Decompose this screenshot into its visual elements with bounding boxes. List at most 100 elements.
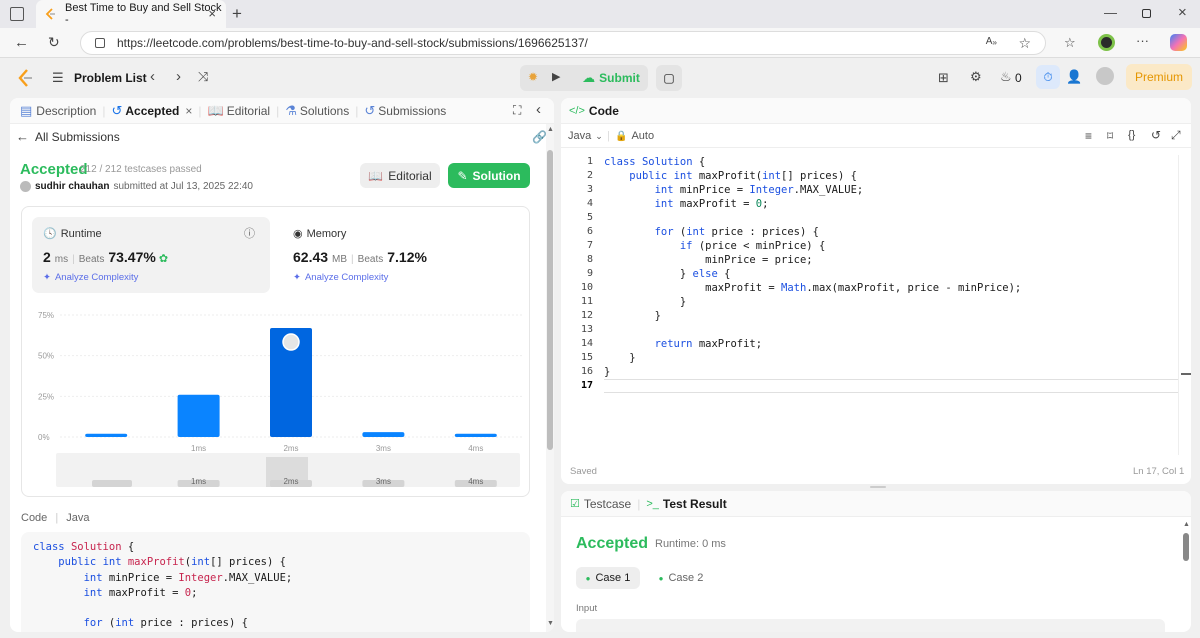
debug-icon[interactable]: ✹ bbox=[528, 70, 538, 84]
minimize-icon[interactable]: — bbox=[1104, 5, 1117, 20]
all-submissions-link[interactable]: ← All Submissions bbox=[16, 129, 120, 144]
solution-button[interactable]: ✎ Solution bbox=[448, 163, 530, 188]
settings-gear-icon[interactable]: ⚙ bbox=[970, 69, 982, 85]
cloud-upload-icon: ☁ bbox=[582, 70, 596, 85]
info-icon[interactable]: ⓘ bbox=[244, 225, 255, 241]
collapse-panel-icon[interactable]: ‹ bbox=[536, 101, 541, 118]
expand-icon[interactable]: ⤢ bbox=[1171, 128, 1181, 143]
tab-title: Best Time to Buy and Sell Stock - bbox=[65, 2, 222, 26]
leetcode-navbar: ☰ Problem List ‹ › ⤨ ✹ ▶ ☁ Submit ▢ ⊞ ⚙ … bbox=[0, 59, 1200, 97]
case-2-label: Case 2 bbox=[668, 572, 704, 584]
braces-icon[interactable]: {} bbox=[1128, 129, 1135, 141]
submit-button[interactable]: ☁ Submit bbox=[574, 65, 648, 91]
line-number: 12 bbox=[580, 310, 593, 321]
memory-value: 62.43 bbox=[293, 249, 329, 265]
line-number: 1 bbox=[586, 156, 593, 167]
all-submissions-label: All Submissions bbox=[35, 129, 120, 144]
memory-header: ◉ Memory bbox=[293, 227, 346, 241]
code-tab-header: </> Code bbox=[561, 98, 1191, 124]
refresh-icon[interactable]: ↻ bbox=[48, 34, 60, 51]
close-accepted-tab-icon[interactable]: × bbox=[185, 104, 192, 118]
checkbox-icon: ☑ bbox=[570, 498, 580, 510]
line-number: 15 bbox=[580, 352, 593, 363]
editorial-button-label: Editorial bbox=[388, 168, 432, 183]
read-aloud-icon[interactable]: A» bbox=[986, 36, 997, 47]
avatar[interactable] bbox=[1096, 67, 1114, 85]
run-icon[interactable]: ▶ bbox=[552, 70, 560, 83]
browser-tab-bar: Best Time to Buy and Sell Stock - × + — … bbox=[0, 0, 1200, 28]
browser-tab[interactable]: Best Time to Buy and Sell Stock - × bbox=[36, 0, 226, 28]
book-icon: 📖 bbox=[368, 168, 384, 183]
sparkle-icon: ✦ bbox=[43, 272, 51, 283]
input-label: Input bbox=[576, 603, 598, 614]
left-scrollbar-thumb[interactable] bbox=[547, 150, 553, 450]
line-number: 6 bbox=[586, 226, 593, 237]
extension-icon[interactable] bbox=[1098, 34, 1115, 51]
panel-resize-handle[interactable] bbox=[870, 486, 886, 488]
shuffle-icon[interactable]: ⤨ bbox=[198, 69, 208, 85]
lock-icon: 🔒 bbox=[615, 130, 628, 142]
back-icon[interactable]: ← bbox=[14, 34, 29, 51]
leetcode-logo-icon[interactable] bbox=[18, 69, 34, 92]
analyze-memory-link[interactable]: ✦ Analyze Complexity bbox=[293, 272, 388, 283]
favorites-icon[interactable]: ☆ bbox=[1064, 35, 1076, 51]
problem-list-link[interactable]: Problem List bbox=[74, 71, 147, 85]
add-user-icon[interactable]: 👤 bbox=[1066, 69, 1082, 85]
test-scrollbar[interactable]: ▲ bbox=[1181, 517, 1191, 632]
tab-submissions[interactable]: Submissions bbox=[378, 104, 446, 118]
tab-editorial[interactable]: Editorial bbox=[227, 104, 270, 118]
copilot-icon[interactable] bbox=[1170, 34, 1187, 51]
test-scrollbar-thumb[interactable] bbox=[1183, 533, 1189, 561]
submitter-name[interactable]: sudhir chauhan bbox=[35, 181, 109, 192]
favorite-star-icon[interactable]: ☆ bbox=[1018, 35, 1031, 52]
editorial-button[interactable]: 📖 Editorial bbox=[360, 163, 440, 188]
tab-testcase[interactable]: Testcase bbox=[584, 497, 631, 511]
line-number: 10 bbox=[580, 282, 593, 293]
share-link-icon[interactable]: 🔗 bbox=[532, 130, 546, 144]
maximize-icon[interactable] bbox=[1142, 9, 1151, 18]
tab-test-result[interactable]: Test Result bbox=[663, 497, 727, 511]
layout-icon[interactable]: ⊞ bbox=[938, 70, 949, 86]
code-line: public int maxProfit(int[] prices) { bbox=[629, 170, 857, 182]
new-tab-icon[interactable]: + bbox=[232, 4, 242, 24]
notes-icon[interactable]: ▢ bbox=[656, 65, 682, 91]
case-1-tab[interactable]: ● Case 1 bbox=[576, 567, 640, 589]
code-header-lang: Java bbox=[66, 512, 90, 524]
analyze-runtime-link[interactable]: ✦ Analyze Complexity bbox=[43, 272, 138, 283]
memory-beats-label: Beats bbox=[357, 254, 384, 265]
maximize-panel-icon[interactable]: ⛶ bbox=[513, 103, 521, 118]
submit-label: Submit bbox=[599, 71, 640, 85]
submitted-code-line: int maxProfit = 0; bbox=[83, 586, 198, 599]
more-options-icon[interactable]: ··· bbox=[1136, 33, 1149, 48]
sparkle-icon: ✦ bbox=[293, 272, 301, 283]
left-scrollbar[interactable]: ▲ ▼ bbox=[546, 124, 554, 632]
runtime-distribution-chart: 75% 50% 25% 0% 1ms 2ms 3ms 4ms 1ms 2ms 3ms 4ms bbox=[38, 311, 522, 487]
tab-solutions[interactable]: Solutions bbox=[300, 104, 349, 118]
reset-icon[interactable]: ↺ bbox=[1151, 128, 1161, 142]
editor-scrollbar[interactable] bbox=[1178, 155, 1191, 455]
tab-description[interactable]: Description bbox=[36, 104, 96, 118]
memory-box[interactable]: ◉ Memory 62.43 MB | Beats 7.12% ✦ Analyz… bbox=[282, 217, 520, 293]
close-tab-icon[interactable]: × bbox=[208, 6, 216, 21]
streak-fire-icon[interactable]: ♨ bbox=[1000, 69, 1012, 85]
language-select[interactable]: Java ⌄ bbox=[568, 130, 603, 142]
url-field[interactable]: https://leetcode.com/problems/best-time-… bbox=[80, 31, 1046, 55]
code-header: Code | Java bbox=[21, 512, 90, 524]
auto-mode-toggle[interactable]: 🔒 Auto bbox=[615, 130, 654, 142]
timer-icon[interactable]: ⏱ bbox=[1036, 65, 1060, 89]
site-info-icon[interactable] bbox=[95, 38, 105, 48]
close-window-icon[interactable]: × bbox=[1178, 4, 1187, 21]
premium-button[interactable]: Premium bbox=[1126, 64, 1192, 90]
bookmark-icon[interactable]: ⌑ bbox=[1107, 129, 1113, 143]
format-icon[interactable]: ≡ bbox=[1085, 129, 1092, 143]
next-problem-icon[interactable]: › bbox=[176, 68, 181, 85]
prev-problem-icon[interactable]: ‹ bbox=[150, 68, 155, 85]
tab-accepted[interactable]: Accepted bbox=[125, 104, 179, 118]
code-editor[interactable]: 1 2 3 4 5 6 7 8 9 10 11 12 13 14 15 16 17 class Solution… bbox=[561, 155, 1179, 455]
runtime-box[interactable]: 🕓 Runtime ⓘ 2 ms | Beats 73.47% ✿ ✦ Anal… bbox=[32, 217, 270, 293]
solutions-flask-icon: ⚗ bbox=[285, 102, 297, 118]
code-tab-title[interactable]: Code bbox=[589, 104, 619, 118]
case-2-tab[interactable]: ● Case 2 bbox=[649, 567, 713, 589]
tab-actions-icon[interactable] bbox=[10, 7, 24, 21]
